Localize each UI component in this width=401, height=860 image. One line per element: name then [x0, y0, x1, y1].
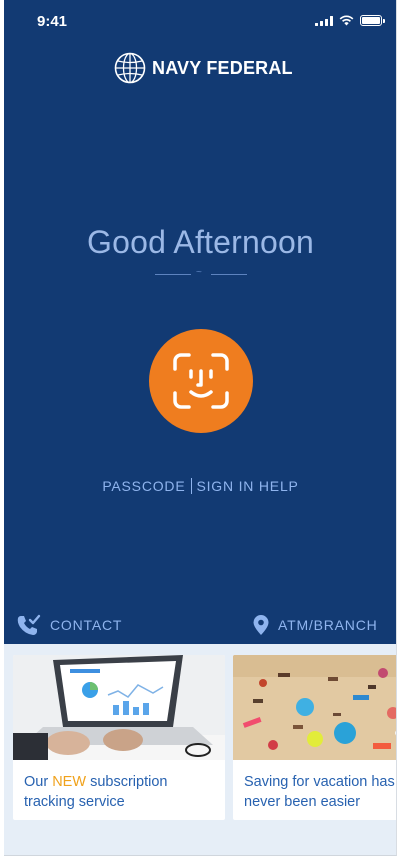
face-id-icon — [173, 353, 229, 409]
status-icons — [315, 15, 385, 26]
navy-federal-logo: NAVY FEDERAL — [114, 52, 293, 84]
passcode-link[interactable]: PASSCODE — [102, 478, 185, 494]
promo-card-caption: Saving for vacation has never been easie… — [244, 774, 395, 810]
link-separator — [191, 478, 193, 494]
status-time: 9:41 — [37, 13, 68, 30]
promo-card-vacation[interactable]: Saving for vacation has never been easie… — [233, 655, 396, 820]
contact-label: CONTACT — [50, 617, 123, 633]
sign-in-help-link[interactable]: SIGN IN HELP — [196, 478, 298, 494]
caption-prefix: Our — [24, 774, 53, 790]
phone-check-icon — [17, 614, 41, 635]
new-badge-text: NEW — [52, 774, 87, 790]
login-screen: 9:41 NAVY FEDERAL Good Afternoon ~ PASSC… — [4, 0, 397, 856]
promo-card-caption: Our NEW subscription tracking service — [13, 760, 225, 812]
location-pin-icon — [253, 615, 269, 635]
brand-name: NAVY FEDERAL — [152, 57, 293, 78]
greeting-title: Good Afternoon — [87, 224, 314, 260]
wifi-icon — [339, 15, 354, 26]
promo-card-subscription[interactable]: Our NEW subscription tracking service — [13, 655, 225, 820]
face-id-button[interactable] — [149, 329, 253, 433]
hero-panel: 9:41 NAVY FEDERAL Good Afternoon ~ PASSC… — [4, 0, 396, 644]
greeting-divider: ~ — [155, 267, 247, 280]
cellular-signal-icon — [315, 15, 333, 26]
laptop-photo — [13, 655, 225, 760]
globe-logo-icon — [114, 52, 146, 84]
promo-carousel[interactable]: Our NEW subscription tracking service Sa… — [13, 655, 396, 820]
beach-photo — [233, 655, 396, 760]
contact-button[interactable]: CONTACT — [16, 614, 122, 636]
atm-branch-button[interactable]: ATM/BRANCH — [252, 614, 378, 636]
battery-icon — [360, 15, 385, 26]
auth-links: PASSCODE SIGN IN HELP — [4, 478, 396, 494]
atm-branch-label: ATM/BRANCH — [278, 617, 378, 633]
